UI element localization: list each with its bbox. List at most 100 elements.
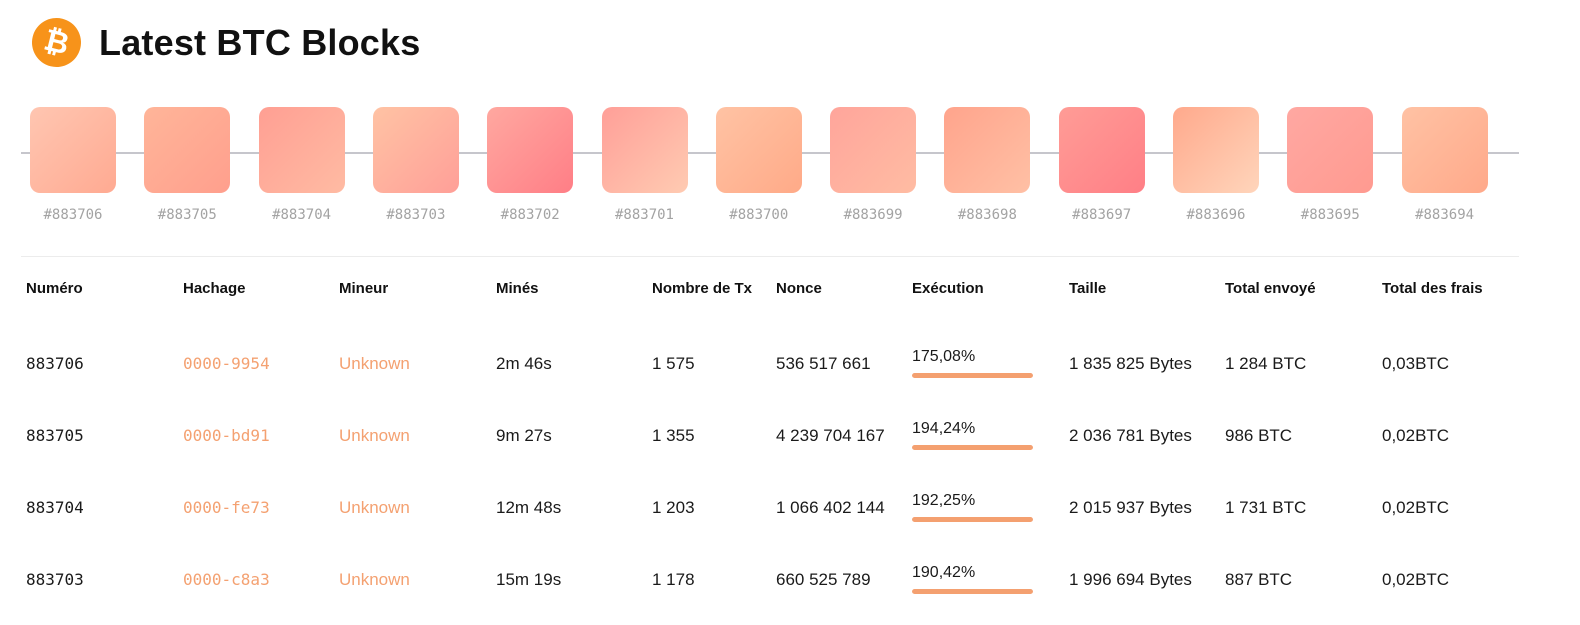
block-card[interactable]: #883706 (30, 107, 116, 223)
total-sent-cell: 1 284 BTC (1225, 354, 1307, 373)
tx-count-cell: 1 178 (652, 570, 695, 589)
block-thumbnail[interactable] (944, 107, 1031, 193)
execution-progress-fill (912, 445, 1033, 450)
total-sent-cell: 1 731 BTC (1225, 498, 1307, 517)
block-thumbnail[interactable] (1401, 107, 1488, 193)
mined-time-cell: 9m 27s (496, 426, 552, 445)
table-row[interactable]: 883706 0000-9954 Unknown 2m 46s 1 575 536 517… (26, 348, 1526, 424)
block-card[interactable]: #883698 (944, 107, 1031, 223)
tx-count-cell: 1 203 (652, 498, 695, 517)
bitcoin-icon: ₿ (26, 12, 87, 73)
block-size-cell: 1 996 694 Bytes (1069, 570, 1192, 589)
total-fees-cell: 0,02BTC (1382, 426, 1450, 445)
nonce-cell: 536 517 661 (776, 354, 871, 373)
mined-time-cell: 12m 48s (496, 498, 562, 517)
block-card[interactable]: #883702 (487, 107, 574, 223)
section-divider (21, 256, 1519, 257)
execution-value: 190,42% (912, 564, 976, 581)
block-thumbnail[interactable] (601, 107, 688, 193)
col-header-numero: Numéro (26, 280, 83, 297)
miner-link[interactable]: Unknown (339, 568, 410, 592)
execution-value: 175,08% (912, 348, 976, 365)
execution-progress-fill (912, 517, 1033, 522)
execution-value: 194,24% (912, 420, 976, 437)
miner-link[interactable]: Unknown (339, 424, 410, 448)
block-card[interactable]: #883697 (1058, 107, 1145, 223)
mined-time-cell: 2m 46s (496, 354, 552, 373)
block-card[interactable]: #883701 (601, 107, 688, 223)
col-header-nombre-tx: Nombre de Tx (652, 280, 753, 297)
total-fees-cell: 0,02BTC (1382, 498, 1450, 517)
block-number-label: #883703 (386, 207, 446, 223)
total-fees-cell: 0,03BTC (1382, 354, 1450, 373)
block-size-cell: 1 835 825 Bytes (1069, 354, 1192, 373)
bitcoin-logo-glyph: ₿ (40, 22, 73, 63)
block-number-label: #883699 (843, 207, 903, 223)
block-card[interactable]: #883705 (144, 107, 231, 223)
block-number-label: #883697 (1072, 207, 1132, 223)
block-card[interactable]: #883695 (1287, 107, 1374, 223)
table-row[interactable]: 883703 0000-c8a3 Unknown 15m 19s 1 178 660 52… (26, 564, 1526, 625)
table-row[interactable]: 883705 0000-bd91 Unknown 9m 27s 1 355 4 239 7… (26, 420, 1526, 496)
execution-value: 192,25% (912, 492, 976, 509)
block-card[interactable]: #883696 (1173, 107, 1259, 223)
total-fees-cell: 0,02BTC (1382, 570, 1450, 589)
block-number-label: #883702 (500, 207, 560, 223)
block-card[interactable]: #883704 (258, 107, 345, 223)
block-card[interactable]: #883700 (715, 107, 802, 223)
block-hash-link[interactable]: 0000-c8a3 (183, 568, 270, 592)
block-strip: #883706 #883705 #883704 #883703 #883702 #8837… (21, 107, 1519, 227)
execution-progress-fill (912, 589, 1033, 594)
block-number-label: #883698 (957, 207, 1017, 223)
miner-link[interactable]: Unknown (339, 496, 410, 520)
block-number-label: #883700 (729, 207, 789, 223)
total-sent-cell: 887 BTC (1225, 570, 1293, 589)
block-card[interactable]: #883694 (1401, 107, 1488, 223)
col-header-total-envoye: Total envoyé (1225, 280, 1316, 297)
block-number-label: #883694 (1415, 207, 1475, 223)
block-thumbnail[interactable] (258, 107, 345, 193)
block-number-label: #883706 (43, 207, 103, 223)
execution-cell: 194,24% (912, 417, 1033, 450)
page-title: Latest BTC Blocks (99, 21, 421, 63)
block-number-label: #883704 (272, 207, 332, 223)
block-hash-link[interactable]: 0000-9954 (183, 352, 270, 376)
block-number-cell: 883705 (26, 426, 84, 445)
block-size-cell: 2 036 781 Bytes (1069, 426, 1192, 445)
block-size-cell: 2 015 937 Bytes (1069, 498, 1192, 517)
table-row[interactable]: 883704 0000-fe73 Unknown 12m 48s 1 203 1 066 … (26, 492, 1526, 568)
execution-progress-bar (912, 517, 1033, 522)
block-card[interactable]: #883699 (830, 107, 917, 223)
block-thumbnail[interactable] (715, 107, 802, 193)
miner-link[interactable]: Unknown (339, 352, 410, 376)
block-thumbnail[interactable] (1173, 107, 1259, 193)
block-number-cell: 883704 (26, 498, 84, 517)
block-thumbnail[interactable] (372, 107, 459, 193)
block-number-cell: 883703 (26, 570, 84, 589)
nonce-cell: 4 239 704 167 (776, 426, 885, 445)
block-number-label: #883701 (614, 207, 674, 223)
block-number-label: #883695 (1300, 207, 1360, 223)
block-thumbnail[interactable] (144, 107, 231, 193)
nonce-cell: 1 066 402 144 (776, 498, 885, 517)
block-thumbnail[interactable] (1287, 107, 1374, 193)
block-thumbnail[interactable] (1058, 107, 1145, 193)
block-hash-link[interactable]: 0000-fe73 (183, 496, 270, 520)
block-hash-link[interactable]: 0000-bd91 (183, 424, 270, 448)
blocks-table: Numéro Hachage Mineur Minés Nombre de Tx Nonc… (26, 280, 1526, 625)
block-card[interactable]: #883703 (372, 107, 459, 223)
table-header-row: Numéro Hachage Mineur Minés Nombre de Tx Nonc… (26, 280, 1526, 304)
total-sent-cell: 986 BTC (1225, 426, 1293, 445)
execution-progress-bar (912, 373, 1033, 378)
col-header-nonce: Nonce (776, 280, 822, 297)
col-header-total-frais: Total des frais (1382, 280, 1483, 297)
block-thumbnail[interactable] (830, 107, 917, 193)
block-thumbnail[interactable] (30, 107, 116, 193)
col-header-execution: Exécution (912, 280, 984, 297)
block-thumbnail[interactable] (487, 107, 574, 193)
table-body: 883706 0000-9954 Unknown 2m 46s 1 575 536 517… (26, 348, 1526, 625)
tx-count-cell: 1 355 (652, 426, 695, 445)
execution-cell: 192,25% (912, 489, 1033, 522)
btc-blocks-page: ₿ Latest BTC Blocks #883706 #883705 #88370… (0, 0, 1580, 625)
execution-cell: 190,42% (912, 561, 1033, 594)
